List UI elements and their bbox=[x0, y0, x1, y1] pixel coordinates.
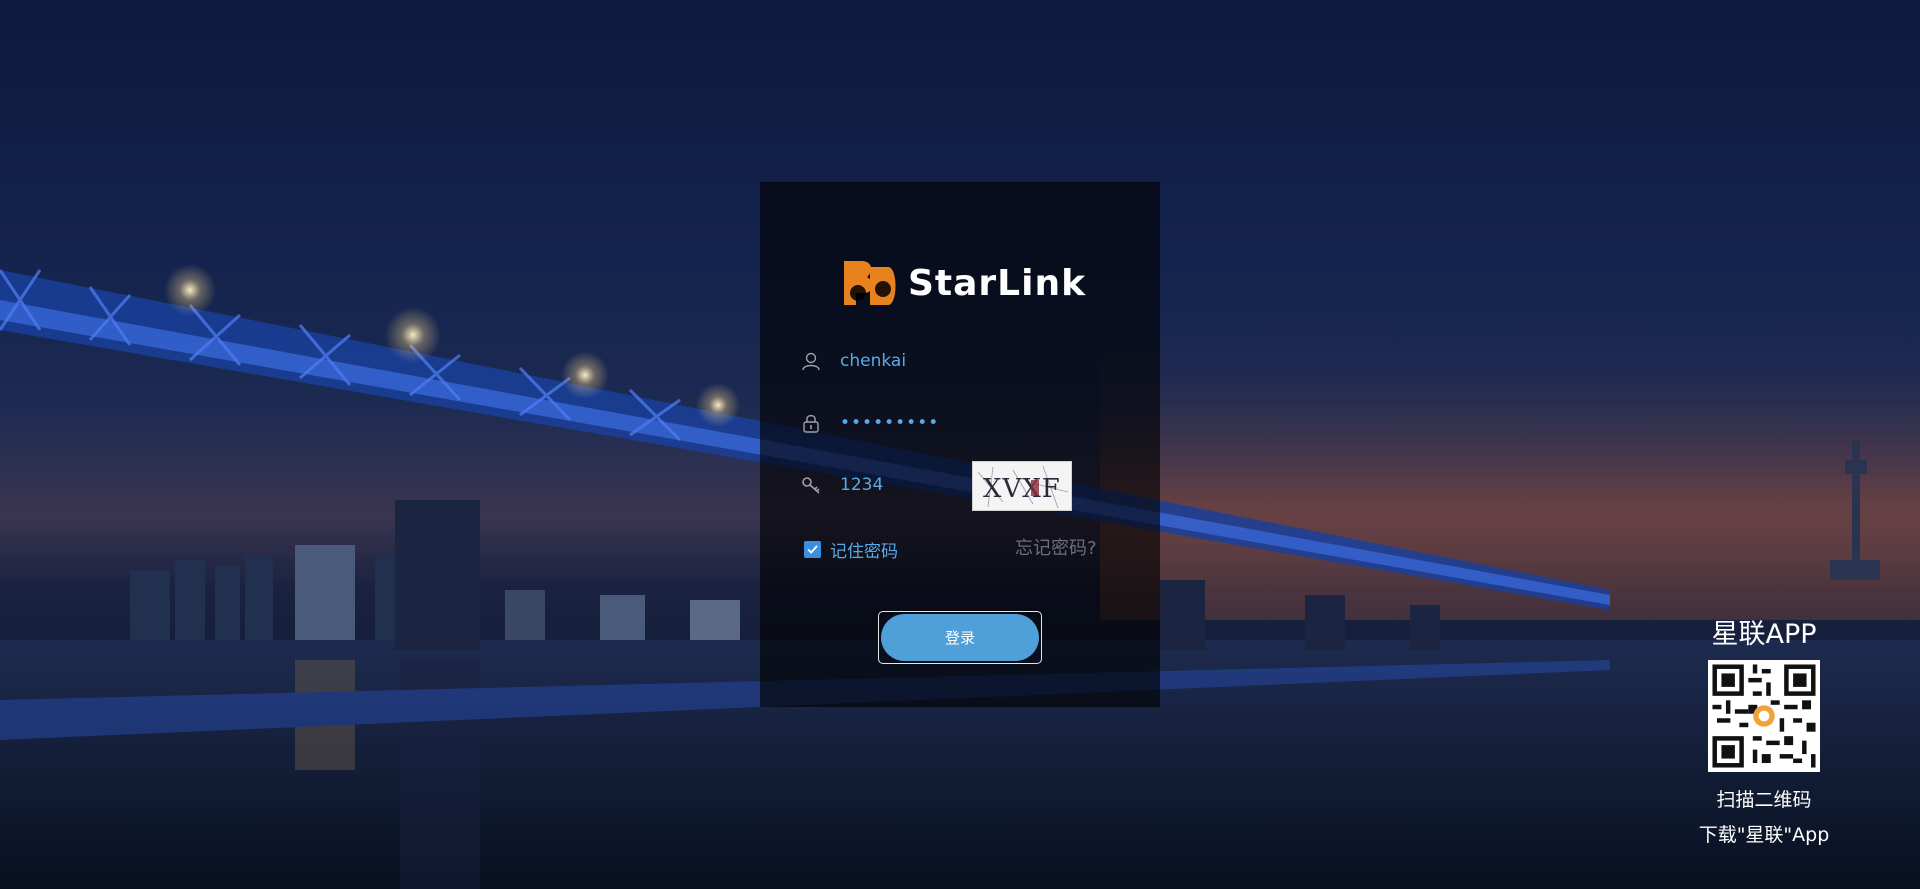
password-row bbox=[800, 405, 1100, 441]
login-button-frame: 登录 bbox=[878, 611, 1042, 664]
remember-label: 记住密码 bbox=[830, 541, 898, 562]
check-icon bbox=[807, 544, 818, 554]
app-download-text: 下载"星联"App bbox=[1698, 824, 1830, 846]
remember-checkbox[interactable] bbox=[804, 540, 821, 558]
app-scan-text: 扫描二维码 bbox=[1716, 789, 1812, 811]
app-promo-title: 星联APP bbox=[1711, 619, 1817, 650]
username-input[interactable] bbox=[840, 351, 1100, 371]
key-icon bbox=[800, 474, 822, 496]
captcha-text: XVXF bbox=[983, 474, 1061, 504]
qr-code-image bbox=[1708, 660, 1820, 772]
captcha-input[interactable] bbox=[840, 475, 950, 495]
qr-code-icon bbox=[1708, 660, 1820, 772]
remember-password[interactable]: 记住密码 bbox=[804, 537, 898, 562]
starlink-logo: StarLink bbox=[842, 258, 1086, 308]
logo-text: StarLink bbox=[908, 262, 1087, 304]
captcha-image[interactable]: XVXF bbox=[972, 461, 1072, 511]
lock-icon bbox=[800, 412, 822, 434]
bd-logo-mark-icon bbox=[844, 261, 896, 305]
captcha-row bbox=[800, 467, 950, 503]
forgot-password-link[interactable]: 忘记密码? bbox=[1015, 537, 1097, 561]
captcha-picture: XVXF bbox=[977, 465, 1069, 509]
password-input[interactable] bbox=[840, 413, 1100, 433]
user-icon bbox=[800, 350, 822, 372]
login-button[interactable]: 登录 bbox=[881, 614, 1039, 661]
username-row bbox=[800, 343, 1100, 379]
